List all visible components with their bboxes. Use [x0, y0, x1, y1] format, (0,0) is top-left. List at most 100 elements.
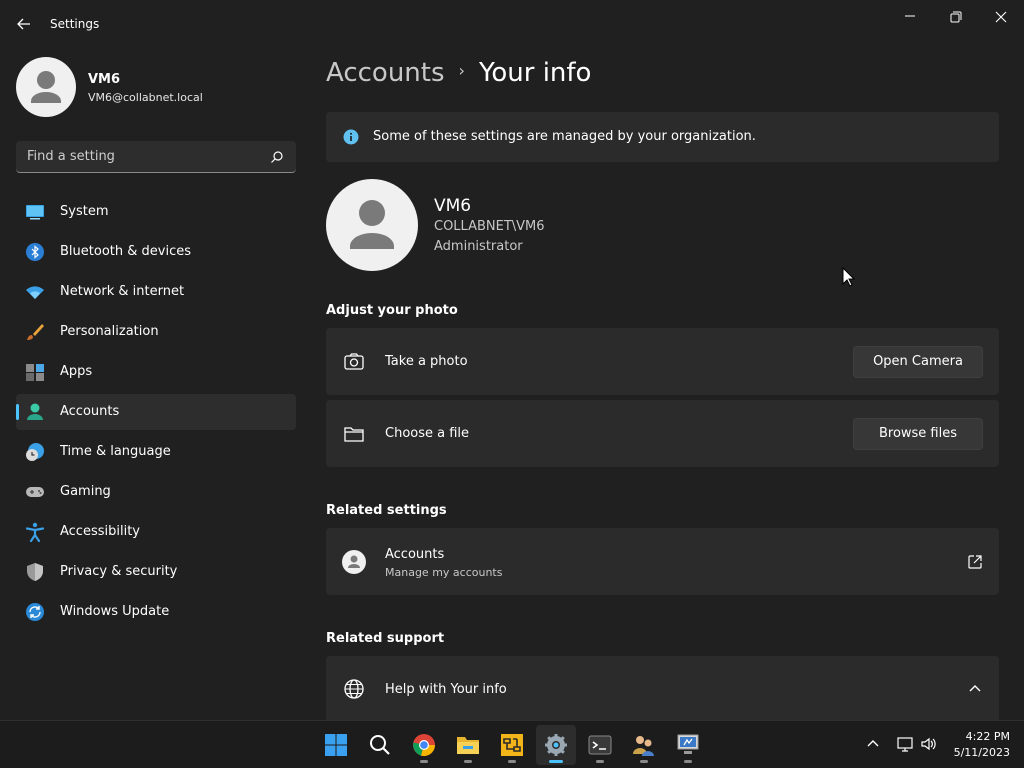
- running-indicator: [464, 760, 472, 763]
- restore-button[interactable]: [942, 8, 968, 26]
- user-role: Administrator: [434, 239, 523, 254]
- sidebar-item-bluetooth[interactable]: Bluetooth & devices: [16, 234, 296, 270]
- breadcrumb: Accounts › Your info: [326, 58, 591, 88]
- sidebar-item-label: Gaming: [60, 484, 111, 499]
- running-indicator: [508, 760, 516, 763]
- apps-icon: [26, 364, 44, 381]
- sidebar-item-label: Apps: [60, 364, 93, 379]
- user-silhouette-icon: [31, 71, 61, 103]
- taskbar-start-button[interactable]: [316, 725, 356, 765]
- external-link-icon: [968, 555, 982, 569]
- sidebar-item-time-language[interactable]: Time & language: [16, 434, 296, 470]
- sidebar-item-network[interactable]: Network & internet: [16, 274, 296, 310]
- user-avatar: [326, 179, 418, 271]
- folder-icon: [344, 427, 364, 442]
- search-input[interactable]: Find a setting: [16, 141, 296, 173]
- accounts-link-label: Accounts: [385, 547, 445, 562]
- avatar: [16, 57, 76, 117]
- network-tool-icon: [501, 734, 523, 756]
- chevron-up-icon[interactable]: [864, 735, 882, 753]
- page-title: Your info: [478, 58, 592, 88]
- breadcrumb-parent[interactable]: Accounts: [326, 58, 445, 88]
- take-photo-label: Take a photo: [385, 354, 468, 369]
- minimize-button[interactable]: [897, 8, 923, 26]
- taskbar-chrome[interactable]: [404, 725, 444, 765]
- terminal-icon: [588, 735, 612, 755]
- running-indicator: [640, 760, 648, 763]
- taskbar-terminal[interactable]: [580, 725, 620, 765]
- choose-file-label: Choose a file: [385, 426, 470, 441]
- user-domain: COLLABNET\VM6: [434, 219, 545, 234]
- remote-desktop-icon: [677, 734, 699, 754]
- sidebar-item-label: Accounts: [60, 404, 120, 419]
- profile-name: VM6: [88, 72, 121, 87]
- close-button[interactable]: [988, 8, 1014, 26]
- network-status-icon[interactable]: [896, 735, 914, 753]
- mouse-cursor-icon: [842, 267, 856, 287]
- sidebar-item-accessibility[interactable]: Accessibility: [16, 514, 296, 550]
- running-indicator: [684, 760, 692, 763]
- clock-date: 5/11/2023: [953, 746, 1010, 759]
- browse-files-button[interactable]: Browse files: [853, 418, 983, 450]
- users-icon: [633, 736, 654, 756]
- restore-icon: [950, 11, 962, 23]
- org-managed-info-bar: Some of these settings are managed by yo…: [326, 112, 999, 162]
- open-camera-button[interactable]: Open Camera: [853, 346, 983, 378]
- accounts-icon: [27, 403, 43, 420]
- user-silhouette-icon: [350, 200, 394, 249]
- running-indicator: [596, 760, 604, 763]
- choose-file-card: Choose a file Browse files: [326, 400, 999, 467]
- windows-logo-icon: [325, 734, 347, 756]
- taskbar-network-tool[interactable]: [492, 725, 532, 765]
- taskbar-user-manager[interactable]: [624, 725, 664, 765]
- accounts-link-card[interactable]: Accounts Manage my accounts: [326, 528, 999, 595]
- volume-icon[interactable]: [920, 735, 938, 753]
- clock-time: 4:22 PM: [965, 730, 1010, 743]
- sidebar-item-label: Privacy & security: [60, 564, 178, 579]
- minimize-icon: [905, 15, 915, 17]
- profile-email: VM6@collabnet.local: [88, 91, 203, 104]
- sidebar-nav: System Bluetooth & devices Network & int…: [16, 194, 296, 634]
- help-your-info-card[interactable]: Help with Your info: [326, 656, 999, 720]
- user-name: VM6: [434, 196, 472, 216]
- back-button[interactable]: [14, 14, 34, 34]
- update-icon: [26, 603, 44, 621]
- profile-header: VM6 VM6@collabnet.local: [16, 57, 296, 117]
- sidebar-item-gaming[interactable]: Gaming: [16, 474, 296, 510]
- info-bar-text: Some of these settings are managed by yo…: [373, 129, 756, 144]
- chevron-up-icon[interactable]: [969, 684, 981, 692]
- bluetooth-icon: [26, 243, 44, 261]
- sidebar-item-system[interactable]: System: [16, 194, 296, 230]
- sidebar-item-label: Personalization: [60, 324, 159, 339]
- taskbar-remote-desktop[interactable]: [668, 725, 708, 765]
- account-circle-icon: [342, 550, 366, 574]
- sidebar-item-privacy[interactable]: Privacy & security: [16, 554, 296, 590]
- gear-icon: [545, 734, 567, 756]
- help-your-info-label: Help with Your info: [385, 682, 507, 697]
- folder-icon: [457, 737, 479, 754]
- sidebar-item-accounts[interactable]: Accounts: [16, 394, 296, 430]
- take-photo-card: Take a photo Open Camera: [326, 328, 999, 395]
- sidebar-item-apps[interactable]: Apps: [16, 354, 296, 390]
- section-title-adjust-photo: Adjust your photo: [326, 303, 458, 318]
- chrome-icon: [413, 734, 435, 757]
- taskbar-search-button[interactable]: [360, 725, 400, 765]
- sidebar-item-label: System: [60, 204, 109, 219]
- taskbar-file-explorer[interactable]: [448, 725, 488, 765]
- app-title: Settings: [50, 17, 100, 31]
- accessibility-icon: [25, 522, 45, 542]
- taskbar-clock[interactable]: 4:22 PM 5/11/2023: [954, 729, 1010, 761]
- running-indicator: [420, 760, 428, 763]
- camera-icon: [344, 353, 364, 370]
- title-bar: Settings: [0, 0, 1024, 48]
- taskbar: 4:22 PM 5/11/2023: [0, 720, 1024, 768]
- wifi-icon: [26, 286, 44, 299]
- taskbar-settings[interactable]: [536, 725, 576, 765]
- section-title-related-settings: Related settings: [326, 503, 447, 518]
- sidebar-item-label: Windows Update: [60, 604, 170, 619]
- brush-icon: [27, 324, 44, 340]
- sidebar-item-personalization[interactable]: Personalization: [16, 314, 296, 350]
- back-arrow-icon: [17, 18, 30, 30]
- sidebar-item-windows-update[interactable]: Windows Update: [16, 594, 296, 630]
- clock-globe-icon: [26, 443, 44, 461]
